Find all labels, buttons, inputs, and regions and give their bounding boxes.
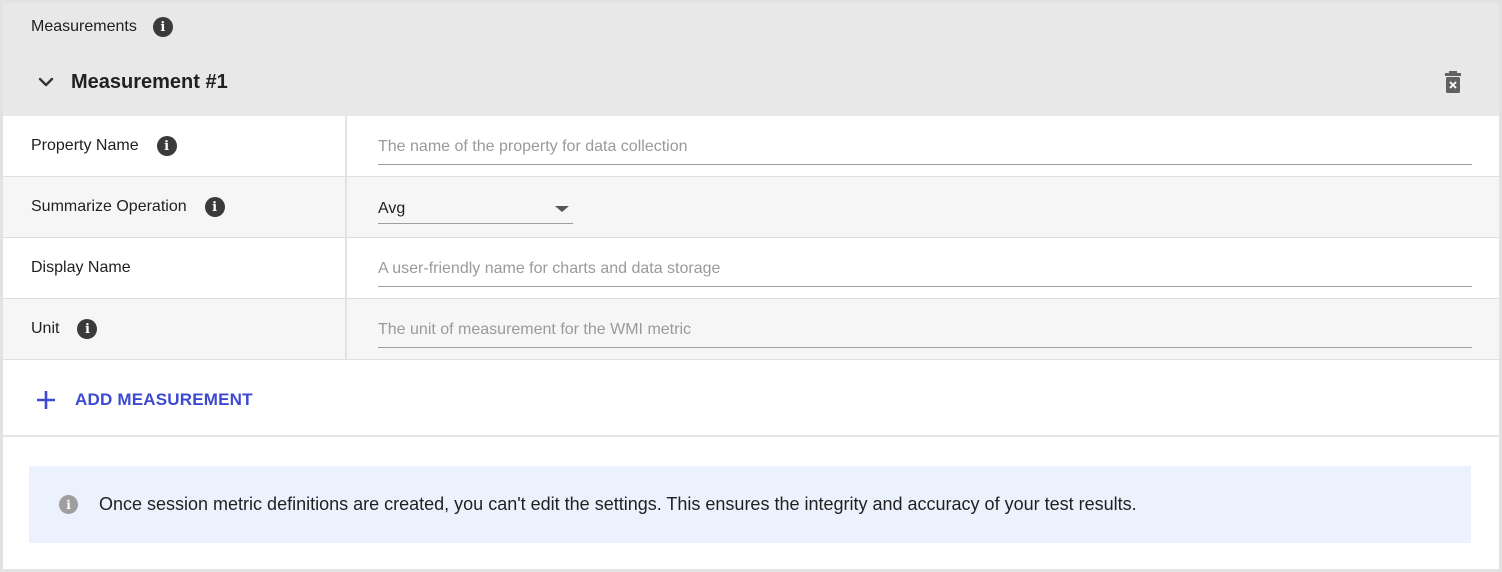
info-icon[interactable]: i — [152, 17, 173, 37]
notice-text: Once session metric definitions are crea… — [99, 494, 1137, 514]
field-row-property-name: Property Name i — [3, 116, 1499, 177]
measurement-title: Measurement #1 — [71, 70, 228, 93]
display-name-label: Display Name — [31, 259, 131, 276]
info-icon[interactable]: i — [156, 136, 177, 156]
add-measurement-label: ADD MEASUREMENT — [75, 390, 253, 409]
measurements-header: Measurements i Measurement #1 — [3, 3, 1499, 116]
field-label-cell: Unit i — [3, 299, 347, 359]
field-value-cell — [347, 299, 1499, 359]
measurements-panel: Measurements i Measurement #1 Property N — [0, 0, 1502, 572]
field-label-cell: Summarize Operation i — [3, 177, 347, 237]
property-name-input[interactable] — [378, 135, 1472, 165]
dropdown-arrow-icon — [555, 206, 569, 212]
summarize-operation-label: Summarize Operation — [31, 198, 187, 215]
field-value-cell — [347, 238, 1499, 298]
measurement-fields: Property Name i Summarize Operation i Av… — [3, 116, 1499, 360]
summarize-operation-value: Avg — [378, 199, 406, 217]
info-icon[interactable]: i — [204, 197, 225, 217]
measurement-header: Measurement #1 — [31, 67, 228, 97]
info-icon: i — [59, 495, 78, 514]
field-label-cell: Display Name — [3, 238, 347, 298]
unit-label: Unit — [31, 320, 60, 337]
section-title-label: Measurements — [31, 18, 137, 35]
info-notice: i Once session metric definitions are cr… — [29, 466, 1471, 543]
field-label-cell: Property Name i — [3, 116, 347, 176]
field-row-unit: Unit i — [3, 299, 1499, 360]
add-measurement-button[interactable]: ADD MEASUREMENT — [33, 385, 253, 415]
section-title: Measurements i — [31, 17, 173, 37]
field-row-summarize-operation: Summarize Operation i Avg — [3, 177, 1499, 238]
field-row-display-name: Display Name — [3, 238, 1499, 299]
property-name-label: Property Name — [31, 137, 139, 154]
add-measurement-area: ADD MEASUREMENT — [3, 361, 1499, 437]
field-value-cell — [347, 116, 1499, 176]
info-icon[interactable]: i — [77, 319, 98, 339]
chevron-down-icon[interactable] — [31, 67, 61, 97]
summarize-operation-select[interactable]: Avg — [378, 194, 573, 224]
display-name-input[interactable] — [378, 257, 1472, 287]
trash-icon[interactable] — [1441, 69, 1465, 95]
unit-input[interactable] — [378, 318, 1472, 348]
plus-icon — [33, 387, 59, 413]
field-value-cell: Avg — [347, 177, 1499, 237]
